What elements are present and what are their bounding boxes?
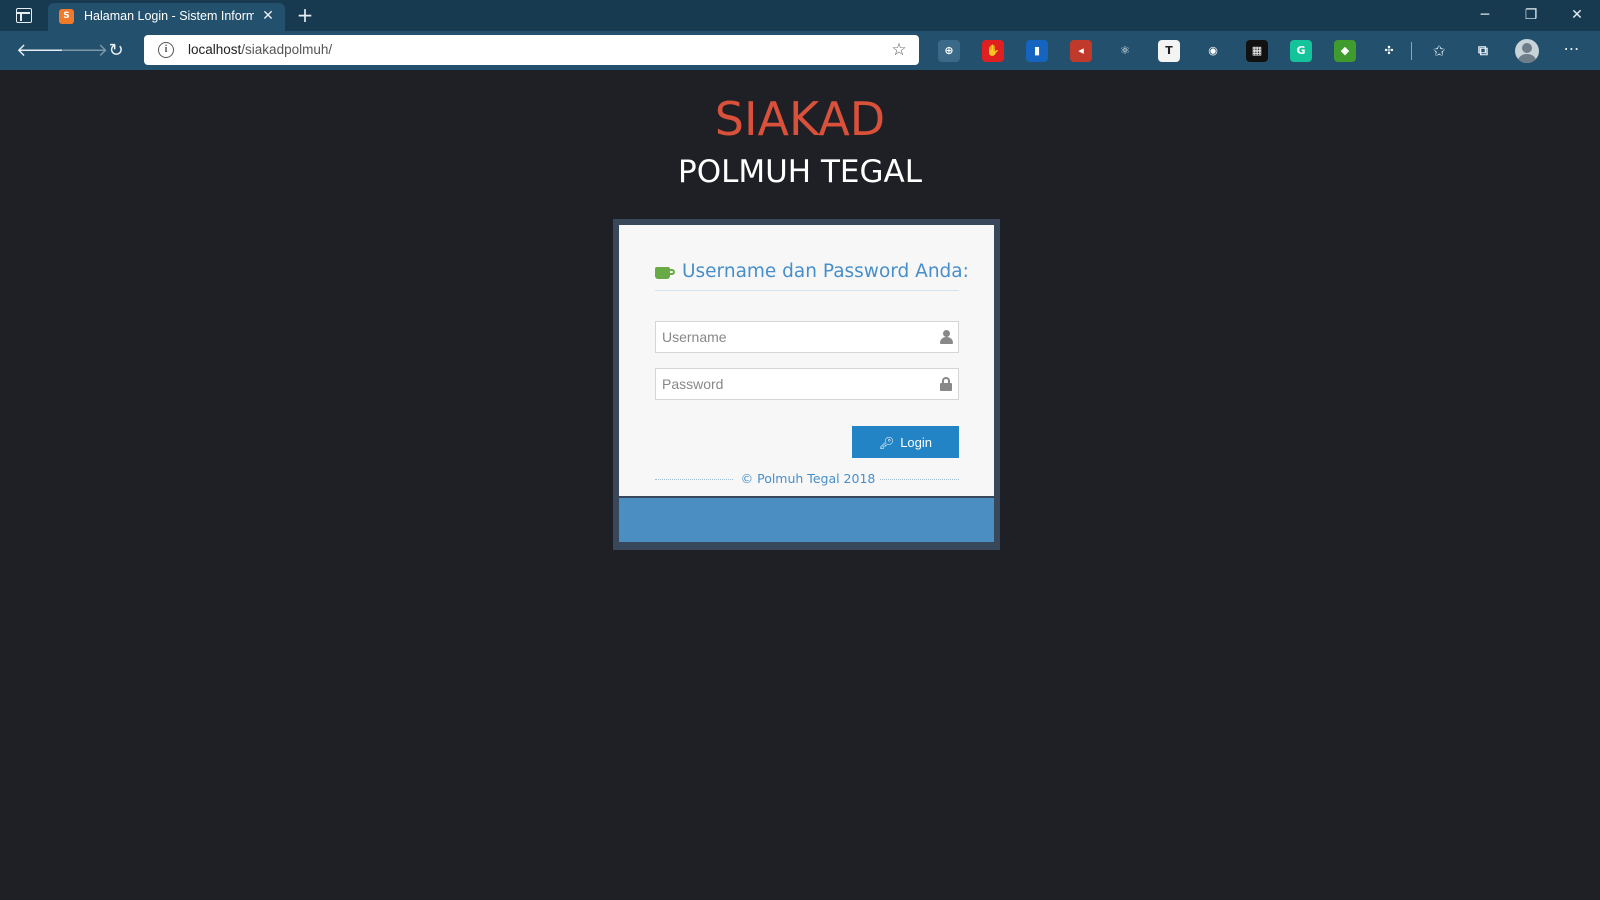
login-button[interactable]: 🔑︎ Login [852,426,959,458]
favicon-icon: S [59,9,74,24]
browser-tab-active[interactable]: S Halaman Login - Sistem Informa ✕ [48,3,285,31]
url-host: localhost [188,42,242,57]
login-box-footer [619,498,994,542]
back-arrow-icon[interactable]: 🡐 [16,39,64,63]
new-tab-icon[interactable]: + [296,3,314,27]
bulb-extension-icon[interactable]: ◉ [1202,40,1224,62]
url-path: /siakadpolmuh/ [241,42,333,57]
password-field-wrapper [655,368,959,400]
restore-window-icon[interactable]: ❐ [1508,2,1554,28]
lock-icon [940,377,952,391]
address-bar[interactable]: i localhost/siakadpolmuh/ ☆ [144,35,919,65]
copyright-text: © Polmuh Tegal 2018 [740,471,876,486]
puzzle-extension-icon[interactable]: ✣ [1378,40,1400,62]
copyright-row: © Polmuh Tegal 2018 [655,471,959,487]
globe-extension-icon[interactable]: ⊕ [938,40,960,62]
minimize-window-icon[interactable]: ─ [1462,2,1508,28]
brand-subtitle: POLMUH TEGAL [678,154,922,190]
username-field-wrapper [655,321,959,353]
text-extension-icon[interactable]: T [1158,40,1180,62]
reload-icon[interactable]: ↻ [104,39,128,63]
browser-toolbar: 🡐 🡒 ↻ i localhost/siakadpolmuh/ ☆ ⊕ ✋ ▮ ◂ ⚛ T… [0,31,1600,70]
login-header-text: Username dan Password Anda: [682,261,969,282]
more-menu-icon[interactable]: ⋯ [1560,39,1584,63]
login-box: Username dan Password Anda: 🔑︎ Login © Po… [613,219,1000,550]
page-body: SIAKAD POLMUH TEGAL Username dan Passwor… [0,70,1600,900]
site-info-icon[interactable]: i [158,42,174,58]
close-tab-icon[interactable]: ✕ [260,7,276,25]
toolbar-divider [1411,42,1412,60]
close-window-icon[interactable]: ✕ [1554,2,1600,28]
url-text[interactable]: localhost/siakadpolmuh/ [188,42,332,57]
key-icon: 🔑︎ [878,435,895,450]
forward-arrow-icon[interactable]: 🡒 [60,39,108,63]
profile-avatar[interactable] [1515,39,1539,63]
grammarly-extension-icon[interactable]: G [1290,40,1312,62]
add-favorite-icon[interactable]: ☆ [888,39,910,61]
coffee-icon [655,267,675,281]
collections-icon[interactable]: ⧉ [1472,40,1494,62]
grid-extension-icon[interactable]: ▦ [1246,40,1268,62]
favorites-icon[interactable]: ✩ [1428,40,1450,62]
chart-extension-icon[interactable]: ▮ [1026,40,1048,62]
divider-line [655,479,733,480]
divider-line [880,479,959,480]
login-form: Username dan Password Anda: 🔑︎ Login © Po… [619,225,994,496]
tab-title: Halaman Login - Sistem Informa [84,9,254,23]
username-input[interactable] [656,322,926,352]
brand-title: SIAKAD [714,92,886,146]
browser-tab-bar: S Halaman Login - Sistem Informa ✕ + ─ ❐… [0,0,1600,31]
hand-extension-icon[interactable]: ✋ [982,40,1004,62]
password-input[interactable] [656,369,926,399]
react-extension-icon[interactable]: ⚛ [1114,40,1136,62]
mail-extension-icon[interactable]: ◂ [1070,40,1092,62]
tab-actions-icon[interactable] [16,8,32,23]
user-icon [940,330,953,344]
login-button-label: Login [900,434,933,450]
login-header: Username dan Password Anda: [655,261,969,291]
map-extension-icon[interactable]: ◆ [1334,40,1356,62]
